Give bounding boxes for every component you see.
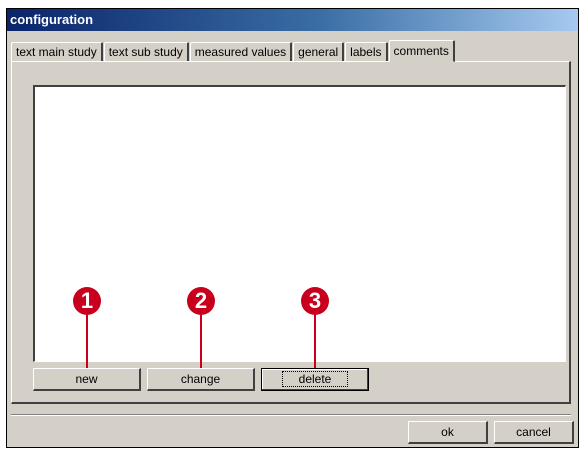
tab-text-sub-study[interactable]: text sub study [103, 42, 189, 61]
callout-1-marker: 1 [73, 287, 101, 315]
window-title: configuration [10, 12, 94, 27]
tab-comments[interactable]: comments [388, 40, 455, 62]
new-button-label: new [75, 372, 98, 386]
change-button[interactable]: change [147, 368, 255, 391]
new-button[interactable]: new [33, 368, 141, 391]
cancel-button[interactable]: cancel [494, 421, 574, 444]
delete-button[interactable]: delete [261, 368, 369, 391]
title-bar[interactable]: configuration [7, 9, 578, 31]
tab-general[interactable]: general [293, 42, 345, 61]
change-button-label: change [180, 372, 221, 386]
tab-labels[interactable]: labels [345, 42, 388, 61]
tab-text-main-study[interactable]: text main study [11, 42, 103, 61]
callout-3-marker: 3 [301, 287, 329, 315]
configuration-dialog: configuration text main study text sub s… [6, 8, 579, 448]
ok-button[interactable]: ok [408, 421, 488, 444]
callout-2-marker: 2 [187, 287, 215, 315]
footer-separator [11, 414, 571, 416]
delete-button-label: delete [281, 371, 349, 387]
callout-2-pin [200, 313, 202, 368]
comments-list[interactable] [33, 85, 566, 362]
callout-1-pin [86, 313, 88, 368]
tab-strip: text main study text sub study measured … [11, 39, 456, 62]
ok-button-label: ok [441, 425, 454, 439]
callout-3-pin [314, 313, 316, 368]
tab-measured-values[interactable]: measured values [189, 42, 293, 61]
cancel-button-label: cancel [516, 425, 551, 439]
